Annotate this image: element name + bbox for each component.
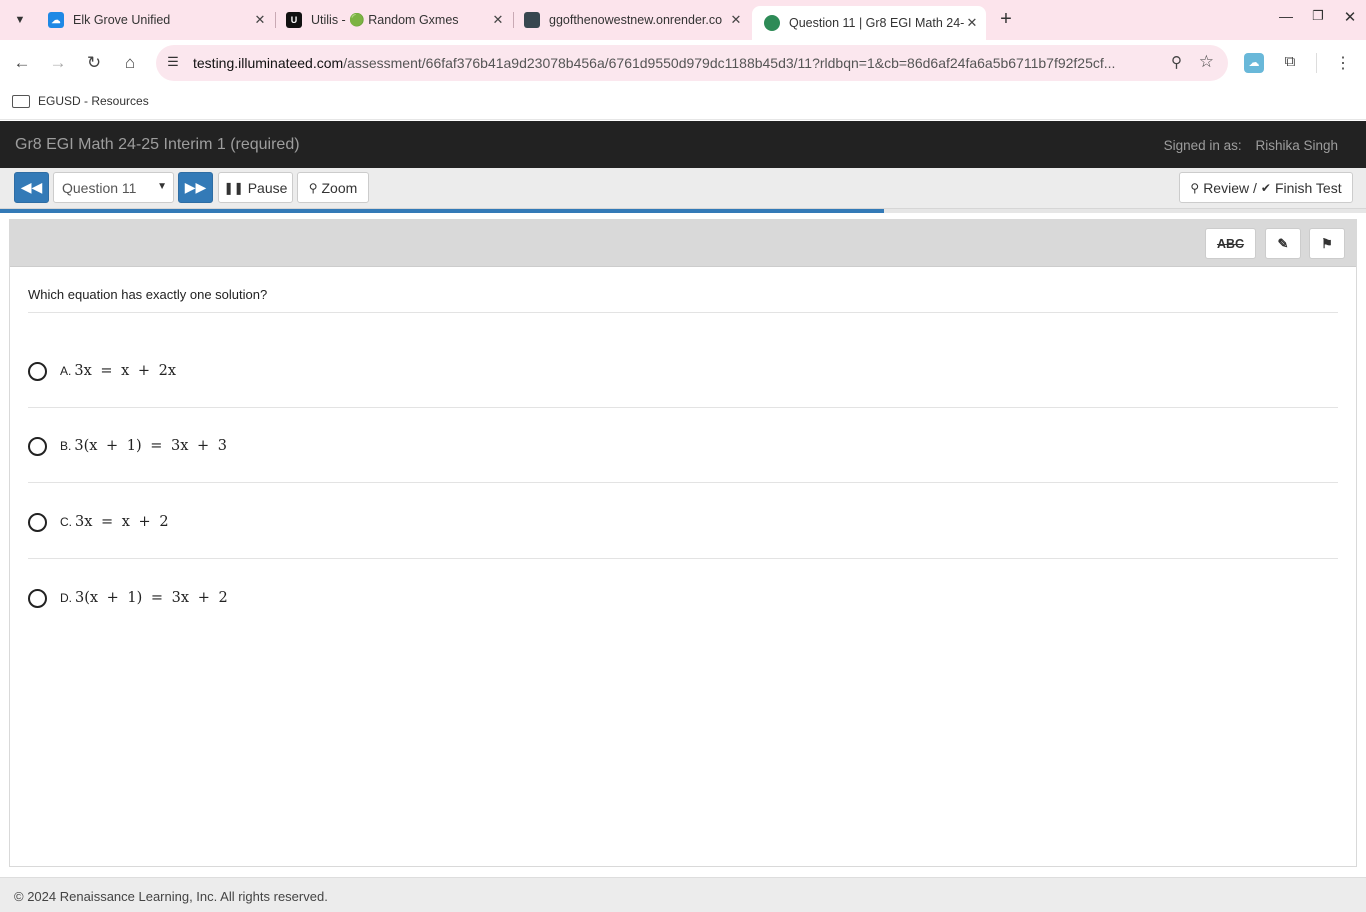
choice-letter: D. bbox=[60, 591, 72, 605]
check-icon: ✔ bbox=[1260, 180, 1271, 195]
choice-equation: 3(x + 1) = 3x + 3 bbox=[74, 438, 228, 454]
restore-icon[interactable]: ❐ bbox=[1306, 8, 1330, 24]
tab-title: ggofthenowestnew.onrender.co bbox=[549, 13, 723, 27]
progress-fill bbox=[0, 209, 884, 213]
url-text[interactable]: testing.illuminateed.com/assessment/66fa… bbox=[193, 55, 1153, 71]
toolbar-divider bbox=[1316, 53, 1317, 73]
illuminate-favicon-icon bbox=[764, 15, 780, 31]
tab-title: Utilis - 🟢 Random Gxmes bbox=[311, 12, 459, 27]
browser-menu-kebab-icon[interactable]: ⋮ bbox=[1333, 53, 1353, 73]
url-host: testing.illuminateed.com bbox=[193, 55, 344, 71]
notepad-button[interactable]: ✎ bbox=[1265, 228, 1301, 259]
finish-label: Finish Test bbox=[1274, 179, 1342, 196]
test-title: Gr8 EGI Math 24-25 Interim 1 (required) bbox=[15, 136, 300, 153]
search-icon: ⚲ bbox=[1190, 180, 1200, 195]
choice-d[interactable]: D. 3(x + 1) = 3x + 2 bbox=[28, 583, 228, 613]
browser-tabstrip: ▼ ☁ Elk Grove Unified ✕ U Utilis - 🟢 Ran… bbox=[0, 0, 1366, 40]
flag-icon: ⚑ bbox=[1321, 235, 1333, 251]
browser-tab-render[interactable]: ggofthenowestnew.onrender.co ✕ bbox=[512, 6, 750, 34]
new-tab-plus-icon[interactable]: + bbox=[995, 8, 1017, 32]
radio-button[interactable] bbox=[28, 361, 47, 381]
question-panel: ABC ✎ ⚑ Which equation has exactly one s… bbox=[9, 219, 1357, 867]
divider bbox=[28, 482, 1338, 483]
close-tab-icon[interactable]: ✕ bbox=[252, 12, 268, 28]
flag-question-button[interactable]: ⚑ bbox=[1309, 228, 1345, 259]
pause-button[interactable]: ❚❚ Pause bbox=[218, 172, 293, 203]
extensions-puzzle-icon[interactable]: ⧉ bbox=[1280, 53, 1300, 73]
edit-note-icon: ✎ bbox=[1277, 235, 1289, 251]
close-tab-icon[interactable]: ✕ bbox=[490, 12, 506, 28]
page-footer: © 2024 Renaissance Learning, Inc. All ri… bbox=[0, 877, 1366, 912]
browser-tab-utilis[interactable]: U Utilis - 🟢 Random Gxmes ✕ bbox=[274, 6, 512, 34]
tab-title: Elk Grove Unified bbox=[73, 13, 171, 27]
bookmarks-bar: EGUSD - Resources bbox=[0, 86, 1366, 120]
cloud-extension-icon[interactable]: ☁ bbox=[1244, 53, 1264, 73]
chevron-down-icon: ▼ bbox=[157, 181, 167, 192]
browser-tab-question-active[interactable]: Question 11 | Gr8 EGI Math 24-2 ✕ bbox=[752, 6, 986, 40]
tab-title: Question 11 | Gr8 EGI Math 24-2 bbox=[789, 16, 964, 30]
close-tab-icon[interactable]: ✕ bbox=[964, 15, 980, 31]
close-tab-icon[interactable]: ✕ bbox=[728, 12, 744, 28]
choice-letter: B. bbox=[60, 439, 72, 453]
folder-icon bbox=[12, 94, 30, 108]
choice-c[interactable]: C. 3x = x + 2 bbox=[28, 507, 169, 537]
fast-backward-icon: ◀◀ bbox=[20, 179, 43, 195]
divider bbox=[28, 558, 1338, 559]
choice-a[interactable]: A. 3x = x + 2x bbox=[28, 356, 176, 386]
question-select[interactable]: Question 11 ▼ bbox=[53, 172, 174, 203]
app-header: Gr8 EGI Math 24-25 Interim 1 (required) … bbox=[0, 121, 1366, 168]
zoom-label: Zoom bbox=[321, 179, 358, 196]
next-question-button[interactable]: ▶▶ bbox=[178, 172, 213, 203]
review-finish-button[interactable]: ⚲ Review / ✔ Finish Test bbox=[1179, 172, 1353, 203]
choice-letter: C. bbox=[60, 515, 72, 529]
radio-button[interactable] bbox=[28, 436, 47, 456]
assessment-toolbar: ◀◀ Question 11 ▼ ▶▶ ❚❚ Pause ⚲ Zoom ⚲ Re… bbox=[0, 168, 1366, 209]
bookmark-label: EGUSD - Resources bbox=[38, 94, 149, 108]
zoom-button[interactable]: ⚲ Zoom bbox=[297, 172, 369, 203]
reload-icon[interactable]: ↻ bbox=[82, 51, 106, 75]
url-path: /assessment/66faf376b41a9d23078b456a/676… bbox=[343, 55, 1116, 71]
tab-search-chevron-icon[interactable]: ▼ bbox=[8, 8, 32, 32]
browser-tab-elk-grove[interactable]: ☁ Elk Grove Unified ✕ bbox=[36, 6, 274, 34]
search-icon: ⚲ bbox=[308, 180, 318, 195]
forward-arrow-icon[interactable]: → bbox=[46, 51, 70, 75]
pause-icon: ❚❚ bbox=[223, 180, 244, 195]
divider bbox=[28, 312, 1338, 313]
site-info-icon[interactable]: ☰ bbox=[164, 54, 182, 70]
review-label: Review / bbox=[1203, 179, 1257, 196]
user-name: Rishika Singh bbox=[1255, 138, 1338, 153]
question-tools-bar: ABC ✎ ⚑ bbox=[10, 220, 1356, 267]
back-arrow-icon[interactable]: ← bbox=[10, 51, 34, 75]
choice-equation: 3x = x + 2x bbox=[74, 363, 177, 379]
previous-question-button[interactable]: ◀◀ bbox=[14, 172, 49, 203]
strikethrough-label: ABC bbox=[1216, 236, 1245, 251]
divider bbox=[28, 407, 1338, 408]
browser-toolbar: ← → ↻ ⌂ ☰ testing.illuminateed.com/asses… bbox=[0, 40, 1366, 86]
bookmark-star-icon[interactable]: ☆ bbox=[1199, 52, 1214, 72]
choice-letter: A. bbox=[60, 364, 72, 378]
answer-eliminator-button[interactable]: ABC bbox=[1205, 228, 1256, 259]
close-window-icon[interactable]: ✕ bbox=[1338, 8, 1362, 26]
choice-equation: 3(x + 1) = 3x + 2 bbox=[75, 590, 228, 606]
question-select-value: Question 11 bbox=[62, 179, 137, 196]
radio-button[interactable] bbox=[28, 588, 47, 608]
progress-bar bbox=[0, 209, 1366, 213]
question-prompt: Which equation has exactly one solution? bbox=[28, 287, 268, 302]
page-favicon-icon bbox=[524, 12, 540, 28]
choice-b[interactable]: B. 3(x + 1) = 3x + 3 bbox=[28, 431, 227, 461]
copyright-text: © 2024 Renaissance Learning, Inc. All ri… bbox=[14, 889, 328, 904]
address-bar[interactable]: ☰ testing.illuminateed.com/assessment/66… bbox=[156, 45, 1228, 81]
signed-in-info: Signed in as: Rishika Singh bbox=[1164, 138, 1338, 153]
minimize-icon[interactable]: — bbox=[1274, 8, 1298, 24]
signed-in-label: Signed in as: bbox=[1163, 138, 1242, 153]
home-icon[interactable]: ⌂ bbox=[118, 51, 142, 75]
pause-label: Pause bbox=[247, 179, 288, 196]
radio-button[interactable] bbox=[28, 512, 47, 532]
fast-forward-icon: ▶▶ bbox=[184, 179, 207, 195]
choice-equation: 3x = x + 2 bbox=[75, 514, 169, 530]
utilis-favicon-icon: U bbox=[286, 12, 302, 28]
bookmark-egusd-resources[interactable]: EGUSD - Resources bbox=[12, 94, 149, 108]
cloud-favicon-icon: ☁ bbox=[48, 12, 64, 28]
zoom-magnifier-icon[interactable]: ⚲ bbox=[1171, 53, 1182, 71]
